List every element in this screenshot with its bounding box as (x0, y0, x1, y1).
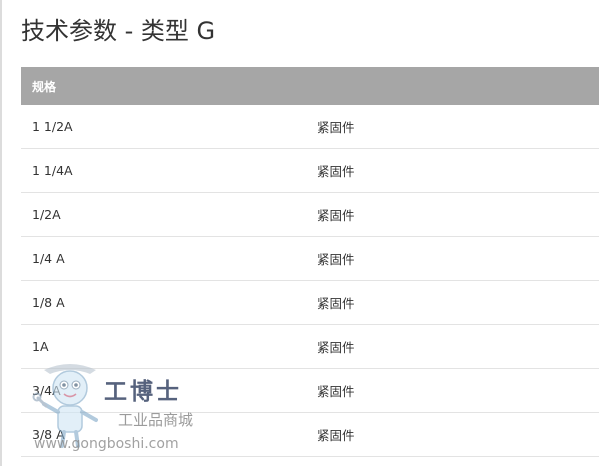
table-row: 1 1/2A 紧固件 (21, 105, 599, 149)
table-header-row: 规格 (21, 67, 599, 105)
spec-column-header: 规格 (21, 67, 599, 105)
left-divider (0, 0, 2, 466)
spec-cell: 3/4A (21, 368, 308, 413)
spec-cell: 1 1/2A (21, 105, 308, 149)
type-cell: 紧固件 (308, 148, 599, 193)
type-cell: 紧固件 (308, 192, 599, 237)
table-row: 1/4 A 紧固件 (21, 236, 599, 281)
table-row: 3/4A 紧固件 (21, 368, 599, 413)
spec-table: 规格 1 1/2A 紧固件 1 1/4A 紧固件 1/2A 紧固件 1/4 A … (21, 67, 599, 457)
type-cell: 紧固件 (308, 280, 599, 325)
table-row: 1/2A 紧固件 (21, 192, 599, 237)
table-row: 1 1/4A 紧固件 (21, 148, 599, 193)
spec-cell: 1A (21, 324, 308, 369)
spec-cell: 1/2A (21, 192, 308, 237)
type-cell: 紧固件 (308, 236, 599, 281)
type-cell: 紧固件 (308, 105, 599, 149)
spec-cell: 3/8 A (21, 412, 308, 457)
table-row: 1A 紧固件 (21, 324, 599, 369)
spec-page: 技术参数 - 类型 G 规格 1 1/2A 紧固件 1 1/4A 紧固件 1/2… (0, 0, 599, 466)
table-row: 3/8 A 紧固件 (21, 412, 599, 457)
spec-cell: 1/8 A (21, 280, 308, 325)
table-row: 1/8 A 紧固件 (21, 280, 599, 325)
page-title: 技术参数 - 类型 G (21, 17, 216, 45)
type-cell: 紧固件 (308, 368, 599, 413)
spec-cell: 1 1/4A (21, 148, 308, 193)
type-cell: 紧固件 (308, 412, 599, 457)
type-cell: 紧固件 (308, 324, 599, 369)
spec-cell: 1/4 A (21, 236, 308, 281)
